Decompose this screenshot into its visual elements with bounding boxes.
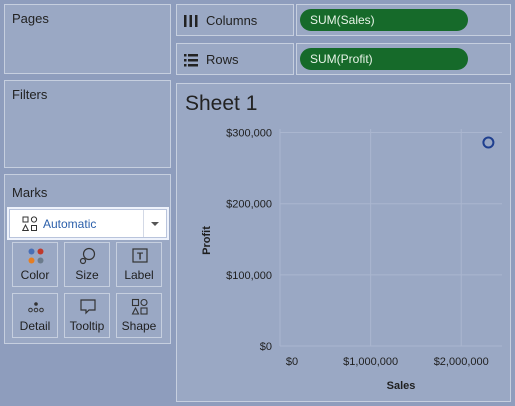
y-tick-label: $200,000: [226, 199, 272, 211]
svg-text:T: T: [137, 252, 143, 263]
shape-label: Shape: [121, 319, 157, 333]
rows-shelf: Rows SUM(Profit): [176, 43, 511, 75]
tooltip-icon: [80, 299, 96, 315]
y-tick-label: $300,000: [226, 128, 272, 140]
shape-button[interactable]: Shape: [116, 293, 162, 338]
size-label: Size: [75, 268, 99, 282]
rows-label: Rows: [206, 52, 239, 67]
rows-icon: [184, 54, 198, 67]
x-tick-label: $2,000,000: [434, 356, 489, 368]
columns-icon: [184, 15, 198, 27]
color-icon: [28, 248, 44, 264]
tooltip-label: Tooltip: [69, 319, 105, 333]
pages-shelf[interactable]: Pages: [4, 4, 171, 74]
rows-shelf-header: Rows: [176, 43, 294, 75]
x-tick-label: $1,000,000: [343, 356, 398, 368]
y-axis-title: Profit: [201, 226, 213, 255]
y-tick-label: $100,000: [226, 270, 272, 282]
marks-title: Marks: [12, 185, 48, 200]
columns-label: Columns: [206, 13, 258, 28]
pages-title: Pages: [12, 11, 49, 26]
chevron-down-icon[interactable]: [143, 210, 166, 237]
tooltip-button[interactable]: Tooltip: [64, 293, 110, 338]
color-label: Color: [20, 268, 50, 282]
shape-icon: [131, 298, 148, 315]
sum-sales-pill[interactable]: SUM(Sales): [300, 9, 468, 31]
columns-shelf-header: Columns: [176, 4, 294, 36]
label-button[interactable]: T Label: [116, 242, 162, 287]
filters-shelf[interactable]: Filters: [4, 80, 171, 168]
size-icon: [79, 247, 96, 265]
scatter-chart: $0 $100,000 $200,000 $300,000 $0 $1,000,000 $2…: [201, 128, 502, 392]
sum-profit-pill[interactable]: SUM(Profit): [300, 48, 468, 70]
mark-type-dropdown[interactable]: Automatic: [9, 209, 167, 238]
columns-drop-zone[interactable]: SUM(Sales): [296, 4, 511, 36]
y-tick-label: $0: [260, 341, 272, 353]
rows-drop-zone[interactable]: SUM(Profit): [296, 43, 511, 75]
label-icon: T: [132, 248, 148, 263]
automatic-mark-icon: [22, 216, 38, 231]
detail-icon: [28, 302, 44, 313]
columns-shelf: Columns SUM(Sales): [176, 4, 511, 36]
mark-type-value: Automatic: [43, 217, 97, 231]
filters-title: Filters: [12, 87, 48, 102]
data-point: [482, 136, 495, 149]
detail-button[interactable]: Detail: [12, 293, 58, 338]
worksheet: Sheet 1 $0 $100,000 $200,000 $300,000 $0 $1,0…: [176, 83, 511, 402]
size-button[interactable]: Size: [64, 242, 110, 287]
x-tick-label: $0: [286, 356, 298, 368]
label-label: Label: [124, 268, 154, 282]
color-button[interactable]: Color: [12, 242, 58, 287]
x-axis-title: Sales: [387, 380, 416, 392]
detail-label: Detail: [19, 319, 51, 333]
